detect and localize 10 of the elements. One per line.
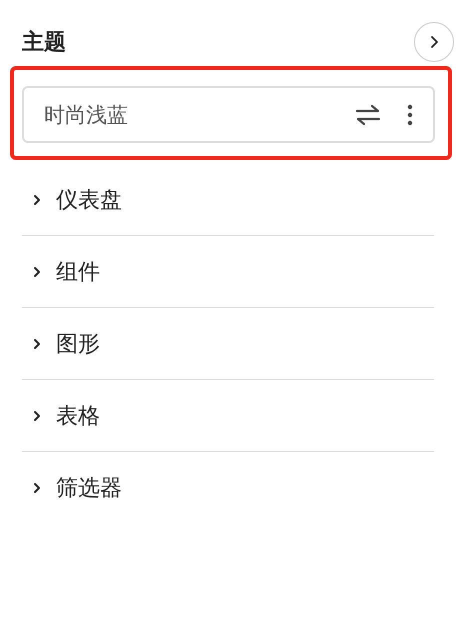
swap-icon[interactable]	[355, 104, 381, 126]
section-item[interactable]: 组件	[22, 236, 434, 308]
section-item[interactable]: 图形	[22, 308, 434, 380]
section-item[interactable]: 筛选器	[22, 452, 434, 523]
theme-selector[interactable]: 时尚浅蓝	[22, 86, 435, 143]
panel-title: 主题	[22, 28, 66, 57]
theme-name: 时尚浅蓝	[44, 102, 129, 128]
more-icon[interactable]	[407, 104, 413, 126]
section-item[interactable]: 仪表盘	[22, 164, 434, 236]
section-item[interactable]: 表格	[22, 380, 434, 452]
